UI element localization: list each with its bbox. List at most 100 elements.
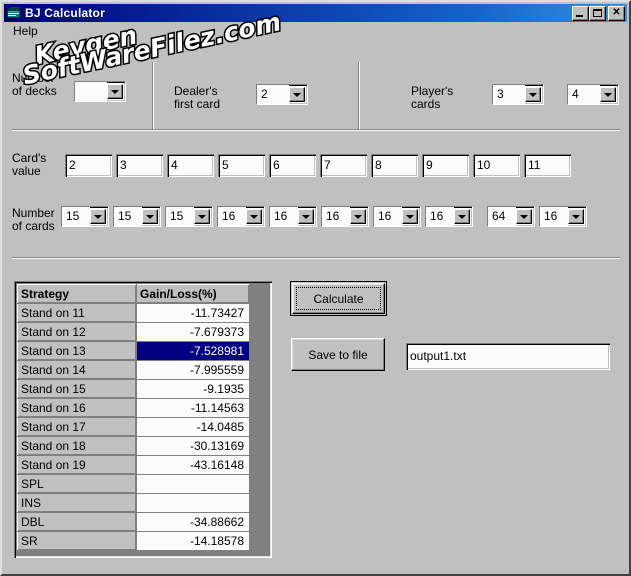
chevron-down-icon — [146, 214, 154, 219]
card-value-field-6[interactable]: 7 — [320, 154, 367, 177]
card-count-arrow-8[interactable] — [454, 209, 470, 224]
card-count-arrow-4[interactable] — [246, 209, 262, 224]
table-row[interactable]: INS — [17, 493, 250, 513]
cell-gain-loss[interactable] — [136, 493, 250, 513]
cell-strategy[interactable]: DBL — [17, 512, 137, 532]
minimize-icon — [576, 14, 583, 17]
cell-gain-loss[interactable]: -30.13169 — [136, 436, 250, 456]
table-row[interactable]: Stand on 17 -14.0485 — [17, 417, 250, 437]
cell-strategy[interactable]: Stand on 15 — [17, 379, 137, 399]
window-title: BJ Calculator — [25, 6, 105, 20]
menu-bar: Help — [4, 22, 627, 41]
header-strategy[interactable]: Strategy — [17, 284, 137, 304]
card-count-arrow-3[interactable] — [194, 209, 210, 224]
card-count-combo-2[interactable]: 15 — [113, 206, 161, 227]
table-row[interactable]: SPL — [17, 474, 250, 494]
card-count-combo-8[interactable]: 16 — [425, 206, 473, 227]
cell-gain-loss[interactable]: -11.73427 — [136, 303, 250, 323]
card-value-field-7[interactable]: 8 — [371, 154, 418, 177]
card-count-arrow-7[interactable] — [402, 209, 418, 224]
cell-strategy[interactable]: Stand on 19 — [17, 455, 137, 475]
table-row[interactable]: Stand on 11 -11.73427 — [17, 303, 250, 323]
save-to-file-button[interactable]: Save to file — [291, 338, 385, 371]
card-value-field-5[interactable]: 6 — [269, 154, 316, 177]
minimize-button[interactable] — [572, 5, 589, 21]
panel-divider-2 — [358, 62, 360, 130]
card-count-value-7: 16 — [374, 207, 402, 226]
table-row[interactable]: Stand on 13 -7.528981 — [17, 341, 250, 361]
card-value-field-3[interactable]: 4 — [167, 154, 214, 177]
card-count-combo-7[interactable]: 16 — [373, 206, 421, 227]
card-value-field-10[interactable]: 11 — [524, 154, 571, 177]
card-count-combo-10[interactable]: 16 — [539, 206, 587, 227]
card-count-combo-1[interactable]: 15 — [61, 206, 109, 227]
cell-strategy[interactable]: Stand on 13 — [17, 341, 137, 361]
card-value-label: Card's value — [12, 151, 47, 178]
panel-divider-1 — [152, 62, 154, 130]
card-count-arrow-6[interactable] — [350, 209, 366, 224]
card-count-arrow-2[interactable] — [142, 209, 158, 224]
decks-combo[interactable] — [74, 81, 126, 102]
menu-item-help[interactable]: Help — [8, 23, 43, 40]
cell-gain-loss[interactable]: -7.995559 — [136, 360, 250, 380]
player-card-1-value: 3 — [493, 85, 525, 104]
cell-gain-loss[interactable]: -14.0485 — [136, 417, 250, 437]
dealer-card-combo-arrow[interactable] — [289, 87, 305, 102]
close-button[interactable]: ✕ — [608, 5, 625, 21]
calculate-button[interactable]: Calculate — [290, 281, 387, 316]
table-row[interactable]: Stand on 15 -9.1935 — [17, 379, 250, 399]
cell-strategy[interactable]: Stand on 14 — [17, 360, 137, 380]
cell-strategy[interactable]: Stand on 17 — [17, 417, 137, 437]
card-count-arrow-5[interactable] — [298, 209, 314, 224]
player-card-1-combo[interactable]: 3 — [492, 84, 544, 105]
card-count-combo-3[interactable]: 15 — [165, 206, 213, 227]
cell-gain-loss[interactable]: -11.14563 — [136, 398, 250, 418]
card-count-arrow-9[interactable] — [516, 209, 532, 224]
cell-gain-loss[interactable]: -14.18578 — [136, 531, 250, 551]
cell-strategy[interactable]: Stand on 18 — [17, 436, 137, 456]
card-count-combo-4[interactable]: 16 — [217, 206, 265, 227]
cell-strategy[interactable]: INS — [17, 493, 137, 513]
table-row[interactable]: SR -14.18578 — [17, 531, 250, 551]
card-value-field-9[interactable]: 10 — [473, 154, 520, 177]
cell-strategy[interactable]: SPL — [17, 474, 137, 494]
card-count-combo-9[interactable]: 64 — [487, 206, 535, 227]
table-row[interactable]: Stand on 19 -43.16148 — [17, 455, 250, 475]
output-filename-input[interactable]: output1.txt — [406, 343, 610, 370]
cell-strategy[interactable]: Stand on 16 — [17, 398, 137, 418]
table-row[interactable]: Stand on 18 -30.13169 — [17, 436, 250, 456]
cell-gain-loss[interactable]: -9.1935 — [136, 379, 250, 399]
cell-gain-loss[interactable]: -43.16148 — [136, 455, 250, 475]
title-bar[interactable]: BJ Calculator ✕ — [4, 4, 627, 22]
header-gain-loss[interactable]: Gain/Loss(%) — [136, 284, 250, 304]
cell-gain-loss[interactable]: -7.528981 — [136, 341, 250, 361]
dealer-card-label: Dealer's first card — [174, 84, 221, 111]
player-card-1-arrow[interactable] — [525, 87, 541, 102]
decks-combo-arrow[interactable] — [107, 84, 123, 99]
card-count-arrow-1[interactable] — [90, 209, 106, 224]
card-value-field-8[interactable]: 9 — [422, 154, 469, 177]
cell-strategy[interactable]: Stand on 11 — [17, 303, 137, 323]
dealer-card-combo[interactable]: 2 — [256, 84, 308, 105]
cell-gain-loss[interactable]: -7.679373 — [136, 322, 250, 342]
table-row[interactable]: Stand on 14 -7.995559 — [17, 360, 250, 380]
card-count-arrow-10[interactable] — [568, 209, 584, 224]
chevron-down-icon — [293, 92, 301, 97]
player-card-2-arrow[interactable] — [600, 87, 616, 102]
card-count-combo-6[interactable]: 16 — [321, 206, 369, 227]
player-card-2-combo[interactable]: 4 — [567, 84, 619, 105]
table-row[interactable]: DBL -34.88662 — [17, 512, 250, 532]
card-value-field-4[interactable]: 5 — [218, 154, 265, 177]
cell-gain-loss[interactable] — [136, 474, 250, 494]
card-count-combo-5[interactable]: 16 — [269, 206, 317, 227]
chevron-down-icon — [604, 92, 612, 97]
cell-strategy[interactable]: Stand on 12 — [17, 322, 137, 342]
table-row[interactable]: Stand on 12 -7.679373 — [17, 322, 250, 342]
cell-strategy[interactable]: SR — [17, 531, 137, 551]
cell-gain-loss[interactable]: -34.88662 — [136, 512, 250, 532]
card-value-field-1[interactable]: 2 — [65, 154, 112, 177]
results-grid[interactable]: Strategy Gain/Loss(%) Stand on 11 -11.734… — [14, 281, 272, 558]
card-value-field-2[interactable]: 3 — [116, 154, 163, 177]
maximize-button[interactable] — [589, 5, 606, 21]
table-row[interactable]: Stand on 16 -11.14563 — [17, 398, 250, 418]
